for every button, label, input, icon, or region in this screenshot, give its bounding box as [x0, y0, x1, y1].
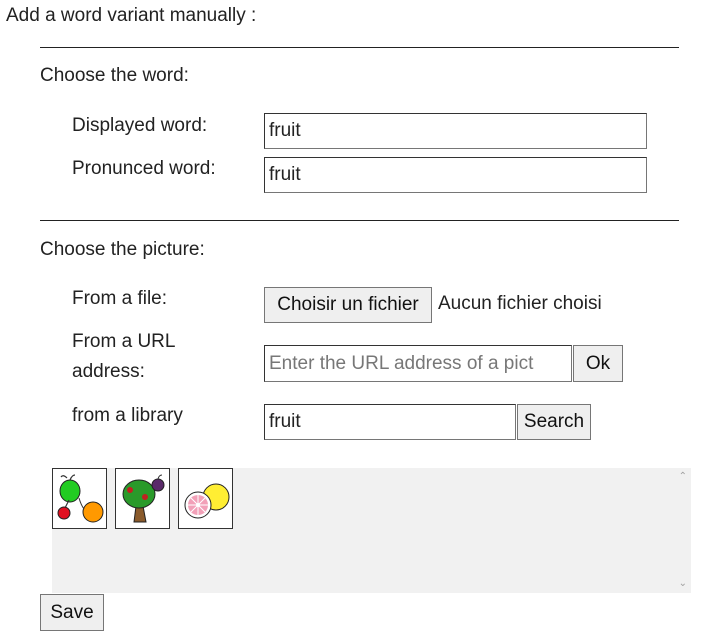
citrus-slices-icon	[184, 483, 230, 519]
from-url-label-line1: From a URL	[72, 331, 176, 352]
pronounced-word-value: fruit	[269, 164, 301, 185]
pronounced-word-label: Pronunced word:	[72, 158, 216, 179]
scroll-down-icon[interactable]: ⌄	[679, 579, 687, 589]
gallery-thumbnail[interactable]	[178, 468, 233, 529]
gallery-thumbnail[interactable]	[52, 468, 107, 529]
picture-section-title: Choose the picture:	[40, 239, 205, 260]
url-ok-button[interactable]: Ok	[573, 345, 623, 382]
picture-gallery[interactable]: ⌃ ⌄	[52, 468, 691, 593]
fruit-tree-plum-icon	[122, 474, 165, 523]
choose-file-button[interactable]: Choisir un fichier	[264, 287, 432, 323]
displayed-word-label: Displayed word:	[72, 115, 208, 136]
scroll-up-icon[interactable]: ⌃	[679, 472, 687, 482]
library-search-input[interactable]: fruit	[264, 404, 516, 440]
library-search-value: fruit	[269, 411, 301, 432]
displayed-word-input[interactable]: fruit	[264, 113, 647, 149]
word-section-title: Choose the word:	[40, 65, 189, 86]
from-file-label: From a file:	[72, 288, 168, 309]
save-button[interactable]: Save	[40, 594, 104, 631]
divider	[40, 47, 679, 48]
file-status-text: Aucun fichier choisi	[438, 293, 602, 314]
displayed-word-value: fruit	[269, 120, 301, 141]
page-heading: Add a word variant manually :	[6, 5, 257, 26]
url-input[interactable]: Enter the URL address of a pict	[264, 345, 572, 382]
from-url-label-line2: address:	[72, 361, 145, 382]
pronounced-word-input[interactable]: fruit	[264, 157, 647, 193]
from-library-label: from a library	[72, 405, 183, 426]
fruits-apple-cherry-orange-icon	[57, 474, 104, 523]
divider	[40, 220, 679, 221]
url-input-placeholder: Enter the URL address of a pict	[269, 352, 534, 374]
library-search-button[interactable]: Search	[517, 404, 591, 440]
gallery-thumbnail[interactable]	[115, 468, 170, 529]
